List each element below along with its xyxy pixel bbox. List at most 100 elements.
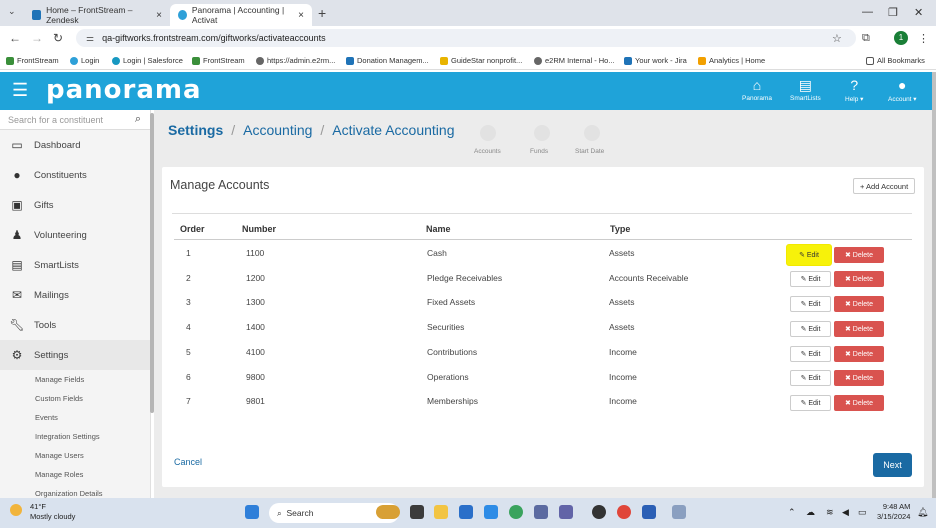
new-tab-icon[interactable]: + bbox=[318, 5, 326, 21]
list-icon: ▤ bbox=[11, 258, 23, 272]
edit-button[interactable]: ✎ Edit bbox=[790, 395, 831, 411]
bookmark-item[interactable]: FrontStream bbox=[6, 56, 59, 65]
bookmark-item[interactable]: FrontStream bbox=[192, 56, 245, 65]
edit-button[interactable]: ✎ Edit bbox=[790, 346, 831, 362]
edit-icon: ✎ bbox=[800, 400, 809, 407]
sidebar-subitem-custom-fields[interactable]: Custom Fields bbox=[35, 394, 83, 403]
delete-button[interactable]: ✖ Delete bbox=[834, 370, 884, 386]
site-info-icon[interactable]: ⚌ bbox=[86, 33, 94, 44]
home-icon: ⌂ bbox=[752, 77, 762, 93]
nav-account[interactable]: ● Account ▾ bbox=[888, 77, 917, 103]
bookmark-item[interactable]: GuideStar nonprofit... bbox=[440, 56, 522, 65]
onedrive-icon[interactable]: ☁ bbox=[806, 507, 815, 518]
url-field[interactable]: ⚌ qa-giftworks.frontstream.com/giftworks… bbox=[76, 29, 856, 47]
close-tab-icon[interactable]: × bbox=[298, 10, 304, 21]
sidebar-subitem-manage-users[interactable]: Manage Users bbox=[35, 451, 84, 460]
restore-icon[interactable]: ❐ bbox=[888, 6, 898, 19]
edit-button[interactable]: ✎ Edit bbox=[786, 244, 832, 266]
word-icon[interactable] bbox=[642, 505, 656, 519]
person-icon: ● bbox=[13, 168, 21, 182]
browser-tab-zendesk[interactable]: Home – FrontStream – Zendesk × bbox=[24, 4, 170, 26]
chrome-icon[interactable] bbox=[617, 505, 631, 519]
browser-tab-panorama[interactable]: Panorama | Accounting | Activat × bbox=[170, 4, 312, 26]
delete-button[interactable]: ✖ Delete bbox=[834, 346, 884, 362]
page-scrollbar[interactable] bbox=[932, 72, 936, 498]
hamburger-menu-icon[interactable]: ☰ bbox=[12, 80, 28, 101]
sidebar-subitem-organization-details[interactable]: Organization Details bbox=[35, 489, 103, 498]
nav-smartlists[interactable]: ▤ SmartLists bbox=[790, 77, 821, 102]
outlook-icon[interactable] bbox=[484, 505, 498, 519]
minimize-icon[interactable]: — bbox=[862, 6, 873, 18]
sidebar-subitem-manage-roles[interactable]: Manage Roles bbox=[35, 470, 83, 479]
edge-icon[interactable] bbox=[509, 505, 523, 519]
nav-help[interactable]: ? Help ▾ bbox=[845, 77, 863, 103]
teams-icon[interactable] bbox=[559, 505, 573, 519]
back-icon[interactable]: ← bbox=[9, 31, 21, 45]
bookmark-item[interactable]: Login bbox=[70, 56, 99, 65]
step-accounts-label: Accounts bbox=[474, 148, 501, 155]
menu-kebab-icon[interactable]: ⋮ bbox=[918, 32, 929, 45]
edit-button[interactable]: ✎ Edit bbox=[790, 296, 831, 312]
delete-button[interactable]: ✖ Delete bbox=[834, 271, 884, 287]
sidebar-item-constituents[interactable]: ● Constituents bbox=[0, 160, 150, 190]
close-window-icon[interactable]: ✕ bbox=[914, 6, 923, 19]
cancel-link[interactable]: Cancel bbox=[174, 457, 202, 467]
breadcrumb-settings[interactable]: Settings bbox=[168, 122, 223, 138]
bookmark-star-icon[interactable]: ☆ bbox=[832, 32, 842, 45]
close-tab-icon[interactable]: × bbox=[156, 10, 162, 21]
sidebar-subitem-integration-settings[interactable]: Integration Settings bbox=[35, 432, 100, 441]
reload-icon[interactable]: ↻ bbox=[53, 31, 63, 45]
edit-button[interactable]: ✎ Edit bbox=[790, 370, 831, 386]
nav-panorama[interactable]: ⌂ Panorama bbox=[742, 77, 772, 102]
notification-bell-icon[interactable]: 🔔︎ bbox=[917, 507, 928, 518]
edit-button[interactable]: ✎ Edit bbox=[790, 321, 831, 337]
widgets-icon[interactable] bbox=[376, 505, 400, 519]
bookmark-item[interactable]: Analytics | Home bbox=[698, 56, 765, 65]
app-icon[interactable] bbox=[672, 505, 686, 519]
delete-button[interactable]: ✖ Delete bbox=[834, 395, 884, 411]
delete-button[interactable]: ✖ Delete bbox=[834, 321, 884, 337]
profile-avatar[interactable]: 1 bbox=[894, 31, 908, 45]
delete-button[interactable]: ✖ Delete bbox=[834, 296, 884, 312]
bookmark-item[interactable]: Donation Managem... bbox=[346, 56, 429, 65]
battery-icon[interactable]: ▭ bbox=[858, 507, 867, 518]
sidebar-subitem-manage-fields[interactable]: Manage Fields bbox=[35, 375, 84, 384]
task-view-icon[interactable] bbox=[410, 505, 424, 519]
store-icon[interactable] bbox=[459, 505, 473, 519]
sidebar-item-settings[interactable]: ⚙ Settings bbox=[0, 340, 150, 370]
bookmark-item[interactable]: Your work - Jira bbox=[624, 56, 687, 65]
sidebar-item-tools[interactable]: 🔧︎ Tools bbox=[0, 310, 150, 340]
forward-icon[interactable]: → bbox=[31, 31, 43, 45]
sidebar-item-mailings[interactable]: ✉ Mailings bbox=[0, 280, 150, 310]
tab-search-icon[interactable]: ⌄ bbox=[8, 6, 16, 17]
app-icon[interactable] bbox=[534, 505, 548, 519]
wifi-icon[interactable]: ≋ bbox=[826, 507, 834, 518]
bookmark-item[interactable]: e2RM Internal - Ho... bbox=[534, 56, 615, 65]
file-explorer-icon[interactable] bbox=[434, 505, 448, 519]
bookmark-item[interactable]: https://admin.e2rm... bbox=[256, 56, 335, 65]
edit-icon: ✎ bbox=[799, 252, 807, 259]
edit-button[interactable]: ✎ Edit bbox=[790, 271, 831, 287]
panorama-logo[interactable]: panorama bbox=[46, 75, 202, 105]
user-icon: ● bbox=[898, 77, 907, 93]
breadcrumb-accounting[interactable]: Accounting bbox=[243, 122, 312, 138]
chevron-up-icon[interactable]: ⌃ bbox=[788, 507, 796, 518]
constituent-search-input[interactable]: Search for a constituent ⌕ bbox=[0, 110, 150, 130]
add-account-button[interactable]: + Add Account bbox=[853, 178, 916, 194]
sidebar-subitem-events[interactable]: Events bbox=[35, 413, 58, 422]
bookmark-item[interactable]: Login | Salesforce bbox=[112, 56, 183, 65]
all-bookmarks[interactable]: All Bookmarks bbox=[866, 56, 925, 65]
clock[interactable]: 9:48 AM 3/15/2024 bbox=[877, 502, 910, 522]
weather-widget[interactable]: 41°F Mostly cloudy bbox=[10, 502, 75, 522]
extensions-icon[interactable]: ⧉ bbox=[862, 32, 870, 45]
volume-icon[interactable]: ◀ bbox=[842, 507, 849, 518]
sidebar-item-gifts[interactable]: ▣ Gifts bbox=[0, 190, 150, 220]
sidebar-item-dashboard[interactable]: ▭ Dashboard bbox=[0, 130, 150, 160]
sidebar-item-volunteering[interactable]: ♟ Volunteering bbox=[0, 220, 150, 250]
start-icon[interactable] bbox=[245, 505, 259, 519]
next-button[interactable]: Next bbox=[873, 453, 912, 477]
delete-button[interactable]: ✖ Delete bbox=[834, 247, 884, 263]
sidebar-item-smartlists[interactable]: ▤ SmartLists bbox=[0, 250, 150, 280]
search-icon[interactable]: ⌕ bbox=[135, 113, 141, 126]
app-icon[interactable] bbox=[592, 505, 606, 519]
